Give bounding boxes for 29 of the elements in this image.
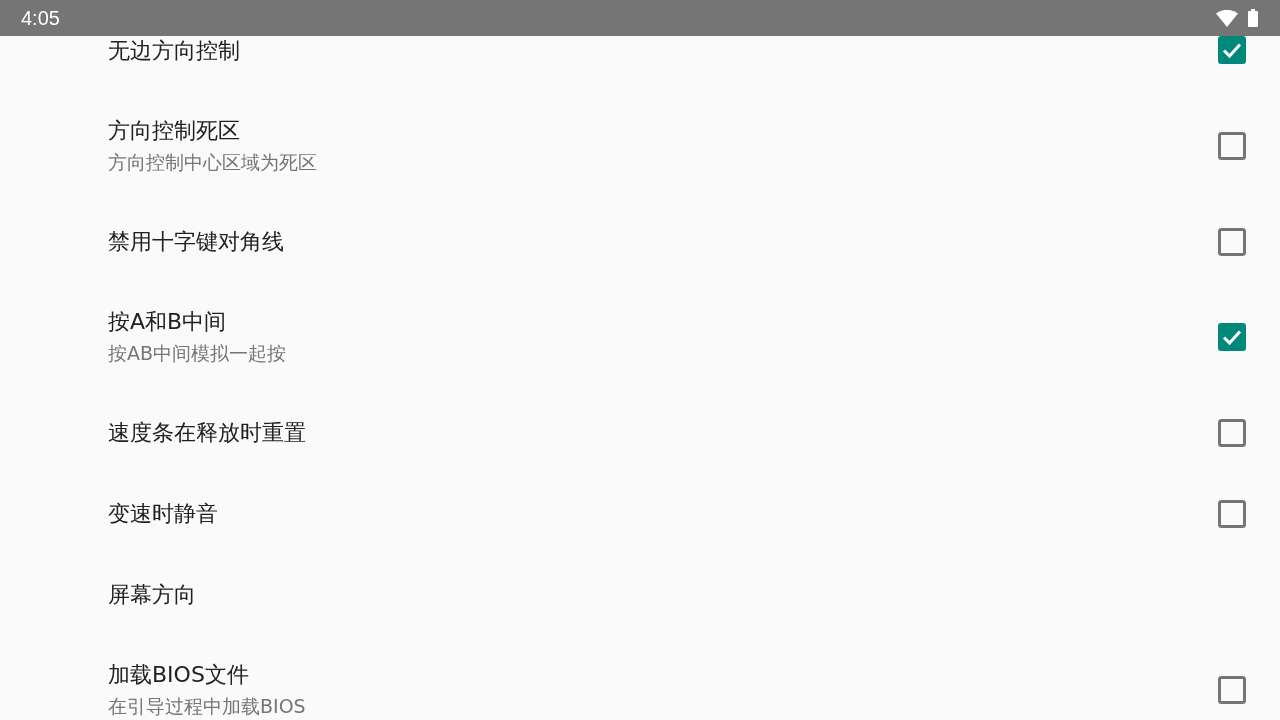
checkbox[interactable] xyxy=(1218,227,1246,256)
setting-title: 方向控制死区 xyxy=(108,117,241,145)
settings-item[interactable]: 屏幕方向 xyxy=(0,554,1280,635)
checkbox[interactable] xyxy=(1218,323,1246,351)
settings-item[interactable]: 加载BIOS文件 在引导过程中加载BIOS xyxy=(0,635,1280,720)
settings-item[interactable]: 禁用十字键对角线 xyxy=(0,201,1280,282)
clock-time: 4:05 xyxy=(21,6,60,30)
setting-summary: 方向控制中心区域为死区 xyxy=(108,150,317,175)
setting-title: 屏幕方向 xyxy=(108,580,196,609)
settings-item[interactable]: 按A和B中间 按AB中间模拟一起按 xyxy=(0,282,1280,392)
settings-item[interactable]: 无边方向控制 xyxy=(0,36,1280,91)
setting-title: 禁用十字键对角线 xyxy=(108,227,284,256)
setting-title: 变速时静音 xyxy=(108,499,218,528)
checkbox[interactable] xyxy=(1218,499,1246,528)
setting-summary: 按AB中间模拟一起按 xyxy=(108,341,287,366)
checkbox[interactable] xyxy=(1218,36,1246,64)
setting-title: 速度条在释放时重置 xyxy=(108,418,306,447)
settings-item[interactable]: 变速时静音 xyxy=(0,473,1280,554)
settings-item[interactable]: 方向控制死区 方向控制中心区域为死区 xyxy=(0,91,1280,201)
setting-summary: 在引导过程中加载BIOS xyxy=(108,694,306,719)
setting-title: 无边方向控制 xyxy=(108,37,240,65)
settings-item[interactable]: 速度条在释放时重置 xyxy=(0,392,1280,473)
setting-title: 加载BIOS文件 xyxy=(108,661,250,689)
setting-title: 按A和B中间 xyxy=(108,308,228,336)
checkbox[interactable] xyxy=(1218,418,1246,447)
battery-icon xyxy=(1248,9,1258,27)
wifi-icon xyxy=(1216,9,1238,27)
checkbox[interactable] xyxy=(1218,676,1246,704)
checkbox[interactable] xyxy=(1218,132,1246,160)
